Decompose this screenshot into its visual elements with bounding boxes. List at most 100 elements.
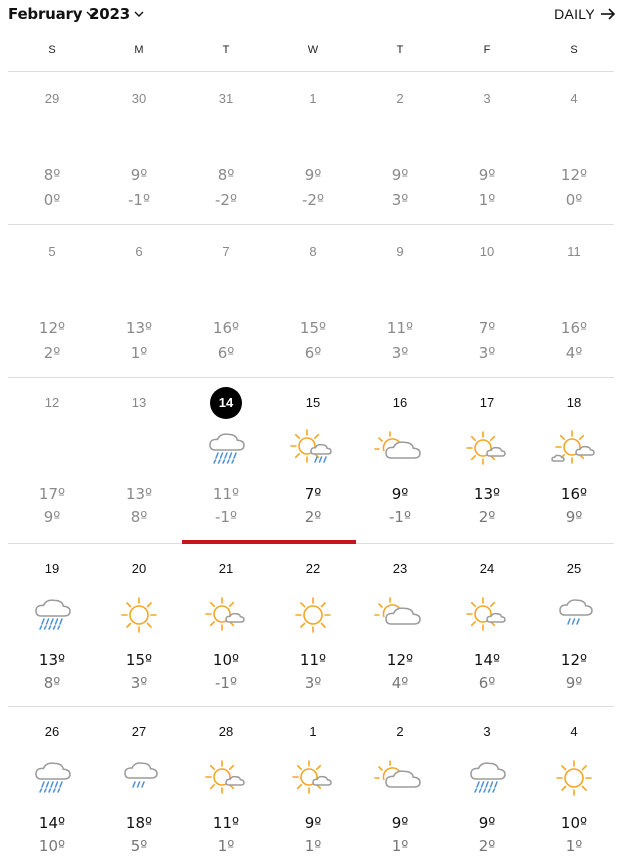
mostly-sunny-icon (287, 756, 339, 800)
weekday-label: F (483, 44, 491, 56)
high-temp: 16º (560, 319, 588, 337)
day-cell[interactable]: 3 9º 2º (443, 706, 531, 867)
rain-cloud-icon (26, 593, 78, 637)
day-number: 7 (222, 244, 230, 259)
high-temp: 10º (560, 814, 588, 832)
day-number: 2 (396, 724, 404, 739)
high-temp: 11º (299, 651, 327, 669)
high-temp: 9º (478, 166, 496, 184)
low-temp: 2º (478, 837, 496, 855)
daily-view-link[interactable]: DAILY (554, 6, 616, 22)
day-number: 31 (218, 91, 234, 106)
day-number: 13 (131, 395, 147, 410)
day-cell[interactable]: 2 9º 1º (356, 706, 444, 867)
day-cell[interactable]: 24 14º 6º (443, 543, 531, 706)
day-number: 17 (479, 395, 495, 410)
day-cell[interactable]: 16 9º -1º (356, 377, 444, 543)
high-temp: 16º (560, 485, 588, 503)
partly-cloudy-icon (374, 756, 426, 800)
sun-rain-cloud-icon (287, 427, 339, 471)
day-cell[interactable]: 6 13º 1º (95, 224, 183, 377)
day-cell[interactable]: 29 8º 0º (8, 71, 96, 224)
day-cell[interactable]: 1 9º 1º (269, 706, 357, 867)
high-temp: 8º (217, 166, 235, 184)
year-dropdown[interactable]: 2023 (89, 5, 144, 23)
low-temp: 3º (391, 344, 409, 362)
day-cell[interactable]: 2 9º 3º (356, 71, 444, 224)
day-number: 4 (570, 91, 578, 106)
low-temp: 6º (304, 344, 322, 362)
low-temp: 8º (130, 508, 148, 526)
day-number: 19 (44, 561, 60, 576)
day-cell[interactable]: 26 14º 10º (8, 706, 96, 867)
day-number: 14 (218, 395, 234, 410)
day-number: 18 (566, 395, 582, 410)
high-temp: 11º (212, 814, 240, 832)
month-dropdown[interactable]: February (8, 5, 96, 23)
day-cell[interactable]: 7 16º 6º (182, 224, 270, 377)
day-cell[interactable]: 11 16º 4º (530, 224, 618, 377)
low-temp: 9º (565, 508, 583, 526)
high-temp: 8º (43, 166, 61, 184)
day-cell[interactable]: 8 15º 6º (269, 224, 357, 377)
high-temp: 9º (478, 814, 496, 832)
day-cell[interactable]: 30 9º -1º (95, 71, 183, 224)
day-cell[interactable]: 28 11º 1º (182, 706, 270, 867)
day-cell[interactable]: 1 9º -2º (269, 71, 357, 224)
day-number: 8 (309, 244, 317, 259)
day-cell[interactable]: 23 12º 4º (356, 543, 444, 706)
low-temp: -2º (301, 191, 325, 209)
high-temp: 12º (560, 651, 588, 669)
day-number: 6 (135, 244, 143, 259)
high-temp: 9º (391, 485, 409, 503)
light-rain-cloud-icon (113, 756, 165, 800)
day-cell[interactable]: 4 12º 0º (530, 71, 618, 224)
low-temp: 2º (304, 508, 322, 526)
day-number: 3 (483, 91, 491, 106)
day-number: 15 (305, 395, 321, 410)
sun-icon (113, 593, 165, 637)
high-temp: 12º (386, 651, 414, 669)
day-cell[interactable]: 27 18º 5º (95, 706, 183, 867)
day-cell[interactable]: 5 12º 2º (8, 224, 96, 377)
day-cell[interactable]: 18 16º 9º (530, 377, 618, 543)
weekday-header: SMTWTFS (0, 44, 622, 64)
weekday-label: T (222, 44, 230, 56)
day-cell[interactable]: 25 12º 9º (530, 543, 618, 706)
day-cell-today[interactable]: 14 11º -1º (182, 377, 270, 543)
day-cell[interactable]: 13 13º 8º (95, 377, 183, 543)
day-cell[interactable]: 20 15º 3º (95, 543, 183, 706)
calendar-header: February 2023 DAILY (0, 0, 622, 32)
partly-cloudy-icon (374, 593, 426, 637)
day-cell[interactable]: 12 17º 9º (8, 377, 96, 543)
low-temp: 4º (565, 344, 583, 362)
low-temp: 0º (565, 191, 583, 209)
high-temp: 14º (473, 651, 501, 669)
day-cell[interactable]: 3 9º 1º (443, 71, 531, 224)
weekday-label: S (570, 44, 578, 56)
day-number: 23 (392, 561, 408, 576)
today-indicator (182, 540, 356, 544)
sun-icon (287, 593, 339, 637)
day-cell[interactable]: 10 7º 3º (443, 224, 531, 377)
daily-label: DAILY (554, 6, 595, 22)
day-cell[interactable]: 9 11º 3º (356, 224, 444, 377)
rain-cloud-icon (26, 756, 78, 800)
low-temp: 1º (130, 344, 148, 362)
day-cell[interactable]: 15 7º 2º (269, 377, 357, 543)
day-number: 28 (218, 724, 234, 739)
low-temp: 2º (478, 508, 496, 526)
high-temp: 7º (478, 319, 496, 337)
day-cell[interactable]: 22 11º 3º (269, 543, 357, 706)
high-temp: 12º (38, 319, 66, 337)
day-cell[interactable]: 21 10º -1º (182, 543, 270, 706)
day-cell[interactable]: 4 10º 1º (530, 706, 618, 867)
day-number: 11 (567, 244, 581, 259)
day-number: 16 (392, 395, 408, 410)
low-temp: 1º (478, 191, 496, 209)
day-cell[interactable]: 31 8º -2º (182, 71, 270, 224)
day-cell[interactable]: 17 13º 2º (443, 377, 531, 543)
weekday-label: W (307, 44, 319, 56)
low-temp: -2º (214, 191, 238, 209)
day-cell[interactable]: 19 13º 8º (8, 543, 96, 706)
